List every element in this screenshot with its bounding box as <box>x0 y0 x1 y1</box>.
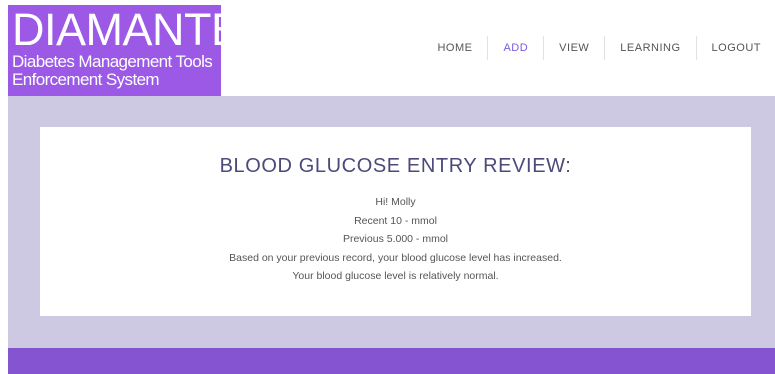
trend-message: Based on your previous record, your bloo… <box>229 251 562 264</box>
main-nav: HOME ADD VIEW LEARNING LOGOUT <box>422 36 761 60</box>
review-title: BLOOD GLUCOSE ENTRY REVIEW: <box>219 155 572 177</box>
recent-reading: Recent 10 - mmol <box>354 214 437 227</box>
nav-add[interactable]: ADD <box>487 36 543 60</box>
status-message: Your blood glucose level is relatively n… <box>292 270 499 282</box>
nav-learning[interactable]: LEARNING <box>604 36 695 60</box>
logo[interactable]: DIAMANTES Diabetes Management Tools Enfo… <box>8 5 221 96</box>
logo-title: DIAMANTES <box>12 5 221 55</box>
nav-view[interactable]: VIEW <box>543 36 604 60</box>
header: DIAMANTES Diabetes Management Tools Enfo… <box>0 0 775 96</box>
logo-subtitle-line2: Enforcement System <box>12 70 160 89</box>
review-details: Hi! Molly Recent 10 - mmol Previous 5.00… <box>40 193 751 286</box>
footer-bar <box>8 348 775 374</box>
nav-home[interactable]: HOME <box>422 36 487 60</box>
greeting-text: Hi! Molly <box>375 196 416 208</box>
page: DIAMANTES Diabetes Management Tools Enfo… <box>0 0 775 374</box>
logo-subtitle: Diabetes Management Tools Enforcement Sy… <box>12 52 213 89</box>
logo-subtitle-line1: Diabetes Management Tools <box>12 52 213 71</box>
previous-reading: Previous 5.000 - mmol <box>342 233 449 245</box>
nav-logout[interactable]: LOGOUT <box>695 36 761 60</box>
review-card: BLOOD GLUCOSE ENTRY REVIEW: Hi! Molly Re… <box>40 127 751 316</box>
